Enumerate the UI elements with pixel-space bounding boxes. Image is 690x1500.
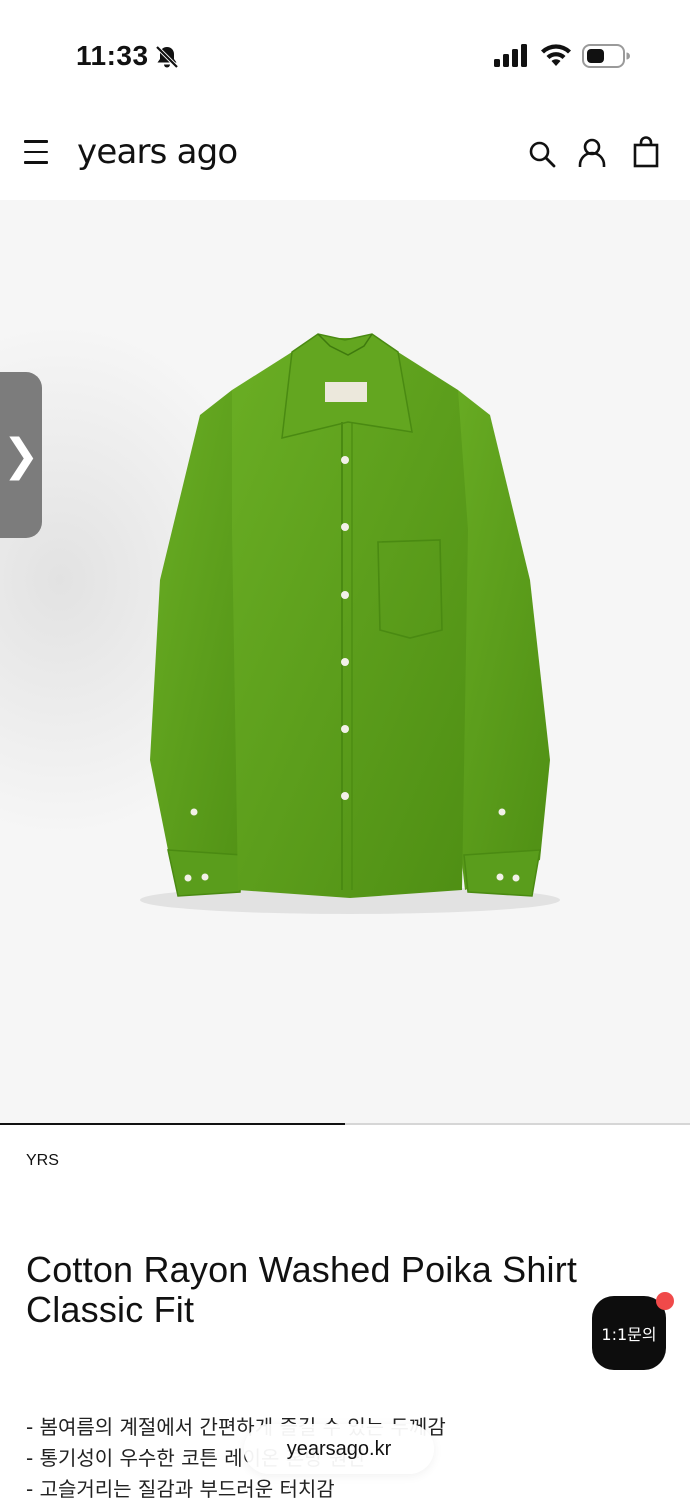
status-time: 11:33: [76, 40, 149, 71]
product-title: Cotton Rayon Washed Poika Shirt Classic …: [26, 1249, 578, 1330]
site-header: years ago: [0, 108, 690, 200]
gallery-progress-bar: [0, 1123, 690, 1125]
product-image-gallery[interactable]: ❯: [0, 200, 690, 1124]
product-brand[interactable]: YRS: [26, 1152, 59, 1170]
browser-url-bar[interactable]: yearsago.kr: [244, 1424, 434, 1474]
wifi-icon: [541, 44, 571, 66]
status-bar: 11:33: [0, 0, 690, 108]
shopping-bag-icon[interactable]: [632, 136, 660, 168]
product-image[interactable]: [0, 200, 690, 1124]
site-logo[interactable]: years ago: [77, 132, 238, 172]
chat-button-label: 1:1문의: [601, 1325, 657, 1344]
battery-icon: [582, 44, 630, 68]
notification-dot: [656, 1292, 674, 1310]
menu-icon[interactable]: [24, 140, 48, 168]
search-icon[interactable]: [528, 140, 556, 168]
side-panel-toggle[interactable]: ❯: [0, 372, 42, 538]
bell-slash-icon: [155, 45, 179, 69]
account-icon[interactable]: [578, 138, 606, 168]
cellular-signal-icon: [494, 44, 527, 67]
url-text: yearsago.kr: [286, 1437, 392, 1460]
inquiry-chat-button[interactable]: 1:1문의: [592, 1292, 674, 1370]
gallery-progress-fill: [0, 1123, 345, 1125]
description-line: - 고슬거리는 질감과 부드러운 터치감: [26, 1477, 335, 1500]
